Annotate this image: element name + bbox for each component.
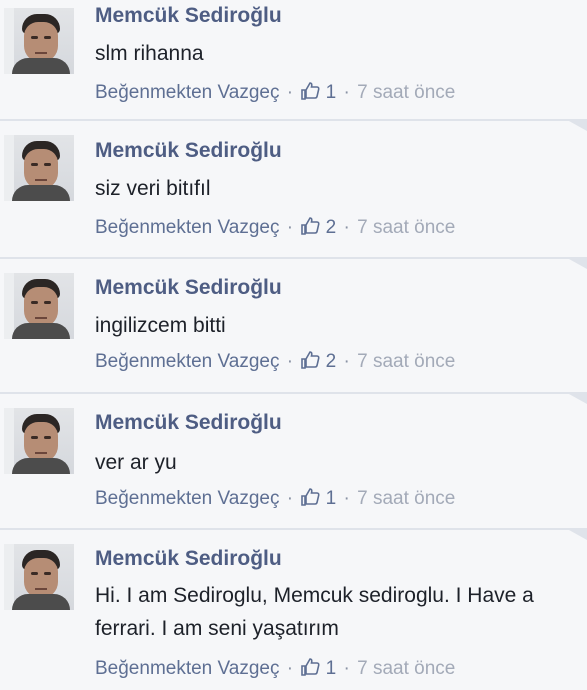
comment-item: Memcük Sediroğlu siz veri bitıfıl Beğenm…: [0, 121, 587, 259]
timestamp[interactable]: 7 saat önce: [357, 82, 455, 103]
separator: ·: [286, 217, 294, 238]
unlike-link[interactable]: Beğenmekten Vazgeç: [95, 82, 280, 103]
avatar[interactable]: [4, 135, 74, 201]
separator: ·: [343, 658, 350, 679]
like-count[interactable]: 1: [326, 82, 337, 103]
timestamp[interactable]: 7 saat önce: [357, 217, 455, 238]
avatar[interactable]: [4, 8, 74, 74]
avatar[interactable]: [4, 408, 74, 474]
avatar[interactable]: [4, 273, 74, 339]
like-count[interactable]: 1: [326, 658, 337, 679]
timestamp[interactable]: 7 saat önce: [357, 351, 455, 372]
corner-fold-icon: [569, 530, 587, 540]
corner-fold-icon: [569, 259, 587, 269]
comment-feed: Memcük Sediroğlu slm rihanna Beğenmekten…: [0, 0, 587, 690]
comment-author[interactable]: Memcük Sediroğlu: [95, 139, 282, 163]
unlike-link[interactable]: Beğenmekten Vazgeç: [95, 351, 280, 372]
comment-item: Memcük Sediroğlu Hi. I am Sediroglu, Mem…: [0, 530, 587, 690]
corner-fold-icon: [569, 121, 587, 131]
comment-text: ingilizcem bitti: [95, 314, 226, 337]
comment-meta: Beğenmekten Vazgeç · 2 · 7 saat önce: [95, 217, 455, 239]
comment-text: slm rihanna: [95, 42, 204, 65]
comment-item: Memcük Sediroğlu ver ar yu Beğenmekten V…: [0, 394, 587, 530]
like-count[interactable]: 1: [326, 488, 337, 509]
like-count[interactable]: 2: [326, 351, 337, 372]
comment-author[interactable]: Memcük Sediroğlu: [95, 411, 282, 435]
comment-author[interactable]: Memcük Sediroğlu: [95, 4, 282, 28]
separator: ·: [343, 217, 350, 238]
timestamp[interactable]: 7 saat önce: [357, 658, 455, 679]
separator: ·: [286, 351, 294, 372]
separator: ·: [343, 351, 350, 372]
comment-author[interactable]: Memcük Sediroğlu: [95, 276, 282, 300]
unlike-link[interactable]: Beğenmekten Vazgeç: [95, 488, 280, 509]
like-count[interactable]: 2: [326, 217, 337, 238]
separator: ·: [343, 488, 350, 509]
separator: ·: [286, 488, 294, 509]
comment-meta: Beğenmekten Vazgeç · 1 · 7 saat önce: [95, 658, 455, 680]
comment-author[interactable]: Memcük Sediroğlu: [95, 547, 282, 571]
separator: ·: [343, 82, 350, 103]
thumbs-up-icon[interactable]: [300, 217, 320, 235]
timestamp[interactable]: 7 saat önce: [357, 488, 455, 509]
comment-meta: Beğenmekten Vazgeç · 1 · 7 saat önce: [95, 82, 455, 104]
thumbs-up-icon[interactable]: [300, 658, 320, 676]
thumbs-up-icon[interactable]: [300, 351, 320, 369]
corner-fold-icon: [569, 394, 587, 404]
comment-text: siz veri bitıfıl: [95, 177, 211, 200]
separator: ·: [286, 82, 294, 103]
thumbs-up-icon[interactable]: [300, 82, 320, 100]
unlike-link[interactable]: Beğenmekten Vazgeç: [95, 658, 280, 679]
thumbs-up-icon[interactable]: [300, 488, 320, 506]
comment-text: Hi. I am Sediroglu, Memcuk sediroglu. I …: [95, 584, 534, 640]
separator: ·: [286, 658, 294, 679]
comment-meta: Beğenmekten Vazgeç · 1 · 7 saat önce: [95, 488, 455, 510]
unlike-link[interactable]: Beğenmekten Vazgeç: [95, 217, 280, 238]
comment-meta: Beğenmekten Vazgeç · 2 · 7 saat önce: [95, 351, 455, 373]
comment-text: ver ar yu: [95, 451, 177, 474]
comment-item: Memcük Sediroğlu slm rihanna Beğenmekten…: [0, 0, 587, 121]
comment-item: Memcük Sediroğlu ingilizcem bitti Beğenm…: [0, 259, 587, 394]
avatar[interactable]: [4, 544, 74, 610]
